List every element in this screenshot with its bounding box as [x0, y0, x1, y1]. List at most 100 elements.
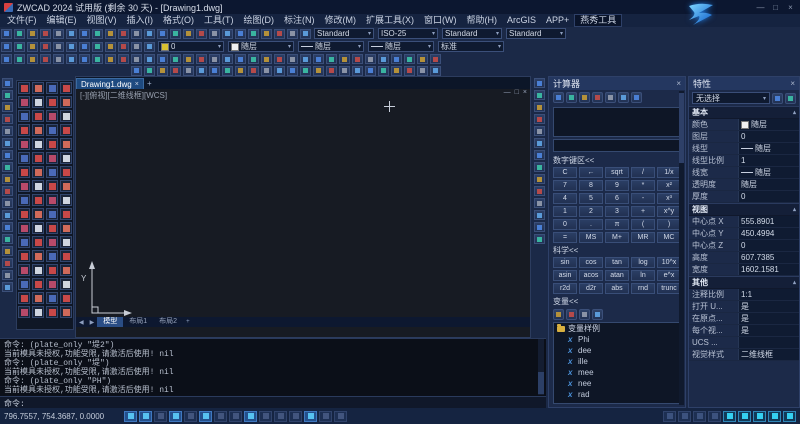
toolbar-icon[interactable]: [274, 66, 285, 76]
text-style-combo[interactable]: Standard▾: [314, 28, 374, 39]
palette-icon[interactable]: [18, 138, 30, 150]
toolbar-icon[interactable]: [235, 29, 246, 39]
calc-sci-button[interactable]: asin: [553, 270, 577, 281]
toolbar-icon[interactable]: [378, 54, 389, 64]
table-style-combo[interactable]: Standard▾: [442, 28, 502, 39]
layout-tab-布局2[interactable]: 布局2: [153, 317, 183, 327]
toolbar-icon[interactable]: [131, 54, 142, 64]
toolbar-icon[interactable]: [131, 29, 142, 39]
calc-sci-button[interactable]: abs: [605, 283, 629, 294]
calc-input[interactable]: [553, 139, 681, 152]
toolbar-icon[interactable]: [365, 54, 376, 64]
toolbar-icon[interactable]: [14, 42, 25, 52]
toolbar-icon[interactable]: [92, 42, 103, 52]
calc-button[interactable]: 4: [553, 193, 577, 204]
toolbar-icon[interactable]: [183, 29, 194, 39]
palette-icon[interactable]: [32, 180, 44, 192]
menu-item-2[interactable]: 编辑(E): [42, 14, 82, 27]
status-toggle[interactable]: [139, 411, 152, 422]
return-value-icon[interactable]: [592, 309, 603, 320]
palette-icon[interactable]: [18, 152, 30, 164]
variables-section-label[interactable]: 变量<<: [549, 294, 685, 308]
toolbar-icon[interactable]: [40, 54, 51, 64]
calc-sci-button[interactable]: atan: [605, 270, 629, 281]
toolbar-icon[interactable]: [404, 54, 415, 64]
property-value[interactable]: 是: [738, 301, 799, 312]
doc-close-icon[interactable]: ×: [523, 89, 527, 96]
calc-button[interactable]: =: [553, 232, 577, 243]
toolbar-icon[interactable]: [144, 29, 155, 39]
property-value[interactable]: 0: [738, 131, 799, 142]
draw-toolbar-icon[interactable]: [2, 282, 13, 292]
toolbar-icon[interactable]: [248, 66, 259, 76]
minimize-icon[interactable]: —: [753, 0, 768, 14]
menu-item-4[interactable]: 插入(I): [122, 14, 159, 27]
dim-style-combo[interactable]: ISO-25▾: [378, 28, 438, 39]
toolbar-icon[interactable]: [131, 42, 142, 52]
menu-item-13[interactable]: ArcGIS: [502, 14, 541, 27]
calc-button[interactable]: /: [631, 167, 655, 178]
menu-item-5[interactable]: 格式(O): [158, 14, 199, 27]
toolbar-icon[interactable]: [261, 29, 272, 39]
draw-toolbar-icon[interactable]: [2, 258, 13, 268]
toolbar-icon[interactable]: [27, 29, 38, 39]
modify-toolbar-icon[interactable]: [534, 150, 545, 160]
palette-icon[interactable]: [60, 250, 72, 262]
palette-icon[interactable]: [18, 222, 30, 234]
status-icon[interactable]: [768, 411, 781, 422]
doc-restore-icon[interactable]: □: [515, 89, 519, 96]
toolbar-icon[interactable]: [1, 42, 12, 52]
palette-icon[interactable]: [32, 222, 44, 234]
toolbar-icon[interactable]: [157, 29, 168, 39]
palette-icon[interactable]: [32, 166, 44, 178]
status-icon[interactable]: [663, 411, 676, 422]
palette-icon[interactable]: [60, 306, 72, 318]
toolbar-icon[interactable]: [118, 42, 129, 52]
palette-icon[interactable]: [46, 250, 58, 262]
status-icon[interactable]: [783, 411, 796, 422]
palette-icon[interactable]: [60, 222, 72, 234]
calc-sci-button[interactable]: trunc: [657, 283, 681, 294]
status-toggle[interactable]: [124, 411, 137, 422]
help-icon[interactable]: [631, 92, 642, 103]
calc-button[interactable]: 1: [553, 206, 577, 217]
angle-icon[interactable]: [605, 92, 616, 103]
command-scrollbar[interactable]: [538, 339, 544, 395]
calc-button[interactable]: C: [553, 167, 577, 178]
toolbar-icon[interactable]: [183, 66, 194, 76]
palette-icon[interactable]: [60, 82, 72, 94]
draw-toolbar-icon[interactable]: [2, 150, 13, 160]
palette-icon[interactable]: [32, 208, 44, 220]
toolbar-icon[interactable]: [326, 66, 337, 76]
toolbar-icon[interactable]: [248, 54, 259, 64]
palette-icon[interactable]: [32, 306, 44, 318]
property-value[interactable]: 1:1: [738, 289, 799, 300]
toolbar-icon[interactable]: [287, 66, 298, 76]
toggle-pickadd-icon[interactable]: [772, 93, 783, 104]
palette-icon[interactable]: [18, 194, 30, 206]
property-group-header[interactable]: 视图▴: [689, 203, 799, 216]
palette-icon[interactable]: [60, 292, 72, 304]
calc-button[interactable]: *: [631, 180, 655, 191]
palette-icon[interactable]: [46, 292, 58, 304]
calc-button[interactable]: (: [631, 219, 655, 230]
draw-toolbar-icon[interactable]: [2, 114, 13, 124]
document-tab[interactable]: Drawing1.dwg ×: [76, 78, 144, 89]
toolbar-icon[interactable]: [430, 54, 441, 64]
palette-icon[interactable]: [18, 124, 30, 136]
status-toggle[interactable]: [274, 411, 287, 422]
calculator-scrollbar[interactable]: [679, 91, 684, 405]
calc-button[interactable]: π: [605, 219, 629, 230]
palette-icon[interactable]: [46, 96, 58, 108]
property-group-header[interactable]: 其他▴: [689, 276, 799, 289]
palette-icon[interactable]: [18, 250, 30, 262]
palette-icon[interactable]: [18, 236, 30, 248]
toolbar-icon[interactable]: [144, 66, 155, 76]
draw-toolbar-icon[interactable]: [2, 90, 13, 100]
calc-button[interactable]: ←: [579, 167, 603, 178]
calc-button[interactable]: x²: [657, 180, 681, 191]
palette-icon[interactable]: [46, 152, 58, 164]
toolbar-icon[interactable]: [170, 29, 181, 39]
color-combo[interactable]: 随层▾: [228, 41, 294, 52]
property-value[interactable]: 随层: [738, 143, 799, 154]
